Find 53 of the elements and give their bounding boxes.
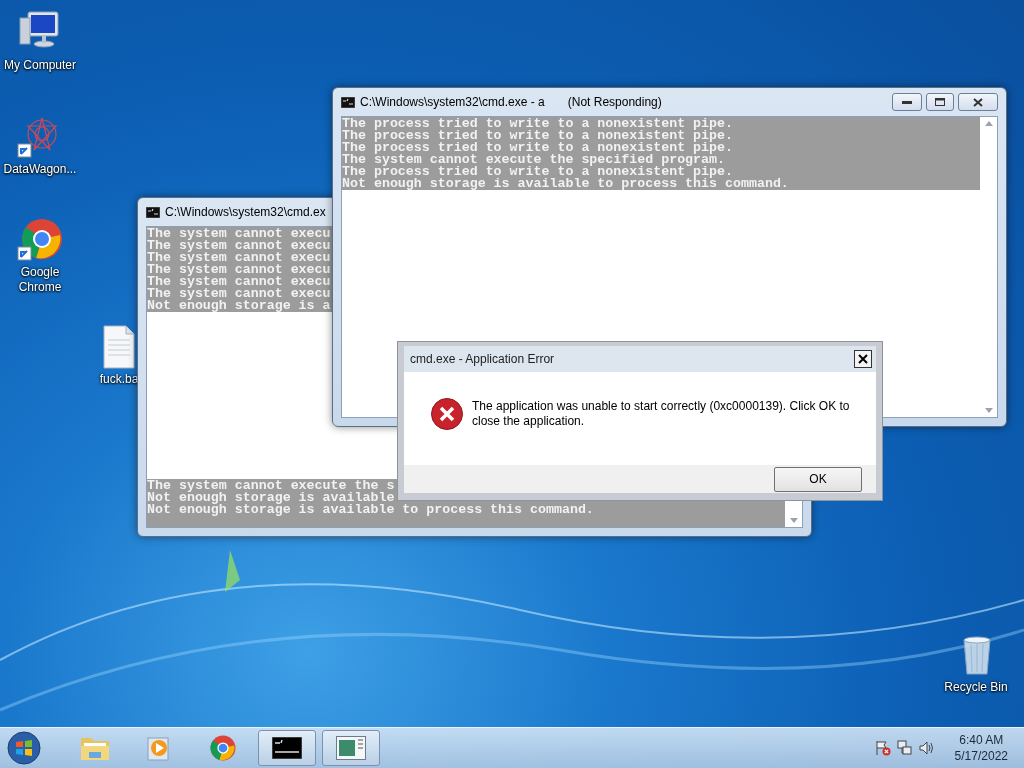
close-icon (858, 354, 868, 364)
error-icon (430, 396, 464, 431)
maximize-icon (935, 98, 945, 106)
window-status: (Not Responding) (567, 95, 662, 109)
scroll-down-icon[interactable] (984, 408, 993, 413)
icon-label: My Computer (4, 58, 76, 73)
console-line: Not enough storage is a (147, 300, 332, 312)
console-line: The system cannot execu (147, 288, 332, 300)
console-line: The system cannot execu (147, 276, 332, 288)
console-line: The process tried to write to a nonexistent pipe. (342, 130, 734, 142)
console-line: The system cannot execu (147, 252, 332, 264)
minimize-icon (902, 100, 912, 104)
scroll-down-icon[interactable] (789, 518, 798, 523)
console-icon (272, 737, 302, 759)
icon-label: fuck.ba (99, 372, 139, 387)
flag-icon[interactable] (874, 740, 891, 756)
start-orb-icon (7, 731, 41, 765)
icon-label: Google Chrome (17, 265, 63, 295)
console-line: The process tried to write to a nonexistent pipe. (342, 142, 734, 154)
console-icon (341, 96, 355, 108)
speaker-icon[interactable] (918, 740, 935, 756)
clock-time[interactable]: 6:40 AM (959, 732, 1004, 748)
icon-label: DataWagon... (3, 162, 77, 177)
console-line: The process tried to write to a nonexistent pipe. (342, 166, 733, 178)
console-icon (146, 206, 160, 218)
console-line: Not enough storage is available (147, 492, 396, 504)
console-line: Not enough storage is available to process this command. (147, 504, 595, 516)
dialog-title: cmd.exe - Application Error (410, 352, 556, 366)
console-line: The system cannot execu (147, 264, 332, 276)
minimize-button[interactable] (892, 93, 922, 111)
scroll-up-icon[interactable] (984, 121, 993, 126)
console-line: The system cannot execute the specified program. (342, 154, 725, 166)
error-message: The application was unable to start correctly (0xc0000139). Click OK to close the application. (472, 398, 851, 429)
window-icon (336, 736, 366, 760)
window-title: C:\Windows\system32\cmd.exe - a (360, 95, 545, 109)
file-icon[interactable] (102, 322, 136, 370)
ok-button[interactable]: OK (774, 466, 862, 492)
console-line: The system cannot execu (147, 228, 332, 240)
clock-date[interactable]: 5/17/2022 (954, 748, 1008, 764)
console-line: The process tried to write to a nonexistent pipe. (342, 118, 734, 130)
console-line: The system cannot execu (147, 240, 332, 252)
maximize-button[interactable] (926, 93, 954, 111)
start-button[interactable] (4, 729, 44, 767)
browser-icon (208, 733, 238, 763)
console-line: The system cannot execute the s (147, 480, 396, 492)
close-icon (973, 97, 983, 107)
close-button[interactable] (958, 93, 998, 111)
console-line: Not enough storage is available to process this command. (342, 178, 790, 190)
window-title: C:\Windows\system32\cmd.ex (165, 205, 326, 219)
icon-label: Recycle Bin (944, 680, 1008, 695)
close-button[interactable] (854, 350, 872, 368)
network-icon[interactable] (896, 740, 913, 756)
taskbar-button[interactable] (258, 730, 316, 766)
